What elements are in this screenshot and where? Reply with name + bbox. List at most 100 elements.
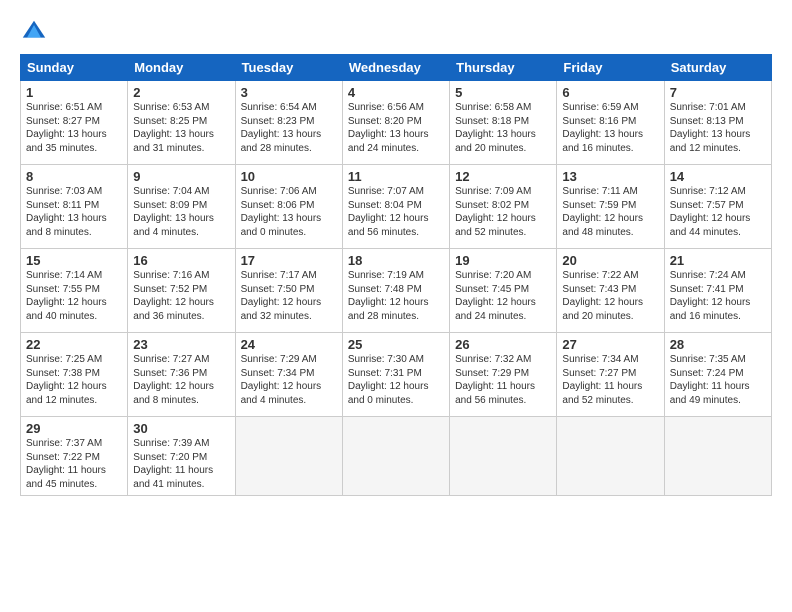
day-number: 2 xyxy=(133,85,229,100)
calendar-row: 29 Sunrise: 7:37 AMSunset: 7:22 PMDayligh… xyxy=(21,417,772,496)
calendar-cell: 8 Sunrise: 7:03 AMSunset: 8:11 PMDaylight… xyxy=(21,165,128,249)
calendar-row: 8 Sunrise: 7:03 AMSunset: 8:11 PMDaylight… xyxy=(21,165,772,249)
calendar-cell: 29 Sunrise: 7:37 AMSunset: 7:22 PMDayligh… xyxy=(21,417,128,496)
day-info: Sunrise: 7:20 AMSunset: 7:45 PMDaylight:… xyxy=(455,270,536,322)
day-info: Sunrise: 6:56 AMSunset: 8:20 PMDaylight:… xyxy=(348,102,429,154)
calendar-cell: 13Sunrise: 7:11 AMSunset: 7:59 PMDayligh… xyxy=(557,165,664,249)
col-friday: Friday xyxy=(557,55,664,81)
calendar-cell: 6 Sunrise: 6:59 AMSunset: 8:16 PMDaylight… xyxy=(557,81,664,165)
day-info: Sunrise: 7:04 AMSunset: 8:09 PMDaylight:… xyxy=(133,186,214,238)
day-info: Sunrise: 7:35 AMSunset: 7:24 PMDaylight:… xyxy=(670,354,750,406)
calendar-cell: 30 Sunrise: 7:39 AMSunset: 7:20 PMDayligh… xyxy=(128,417,235,496)
logo xyxy=(20,18,52,46)
day-number: 14 xyxy=(670,169,766,184)
calendar-cell: 11 Sunrise: 7:07 AMSunset: 8:04 PMDayligh… xyxy=(342,165,449,249)
day-info: Sunrise: 6:59 AMSunset: 8:16 PMDaylight:… xyxy=(562,102,643,154)
day-info: Sunrise: 7:09 AMSunset: 8:02 PMDaylight:… xyxy=(455,186,536,238)
day-number: 6 xyxy=(562,85,658,100)
calendar-cell: 12 Sunrise: 7:09 AMSunset: 8:02 PMDayligh… xyxy=(450,165,557,249)
day-number: 12 xyxy=(455,169,551,184)
page: Sunday Monday Tuesday Wednesday Thursday… xyxy=(0,0,792,506)
day-number: 1 xyxy=(26,85,122,100)
day-number: 28 xyxy=(670,337,766,352)
calendar-cell: 5Sunrise: 6:58 AMSunset: 8:18 PMDaylight… xyxy=(450,81,557,165)
day-info: Sunrise: 7:19 AMSunset: 7:48 PMDaylight:… xyxy=(348,270,429,322)
calendar-cell: 9 Sunrise: 7:04 AMSunset: 8:09 PMDaylight… xyxy=(128,165,235,249)
day-number: 21 xyxy=(670,253,766,268)
day-info: Sunrise: 7:06 AMSunset: 8:06 PMDaylight:… xyxy=(241,186,322,238)
calendar-row: 1 Sunrise: 6:51 AMSunset: 8:27 PMDaylight… xyxy=(21,81,772,165)
day-number: 8 xyxy=(26,169,122,184)
day-info: Sunrise: 7:12 AMSunset: 7:57 PMDaylight:… xyxy=(670,186,751,238)
calendar-cell: 17 Sunrise: 7:17 AMSunset: 7:50 PMDayligh… xyxy=(235,249,342,333)
calendar-cell: 23 Sunrise: 7:27 AMSunset: 7:36 PMDayligh… xyxy=(128,333,235,417)
day-number: 29 xyxy=(26,421,122,436)
calendar-cell: 2Sunrise: 6:53 AMSunset: 8:25 PMDaylight… xyxy=(128,81,235,165)
col-wednesday: Wednesday xyxy=(342,55,449,81)
calendar-row: 22 Sunrise: 7:25 AMSunset: 7:38 PMDayligh… xyxy=(21,333,772,417)
header xyxy=(20,18,772,46)
calendar-cell: 1 Sunrise: 6:51 AMSunset: 8:27 PMDaylight… xyxy=(21,81,128,165)
calendar-cell: 25Sunrise: 7:30 AMSunset: 7:31 PMDayligh… xyxy=(342,333,449,417)
calendar-cell xyxy=(235,417,342,496)
day-info: Sunrise: 7:37 AMSunset: 7:22 PMDaylight:… xyxy=(26,438,106,490)
calendar-cell: 26Sunrise: 7:32 AMSunset: 7:29 PMDayligh… xyxy=(450,333,557,417)
day-info: Sunrise: 7:07 AMSunset: 8:04 PMDaylight:… xyxy=(348,186,429,238)
day-info: Sunrise: 7:17 AMSunset: 7:50 PMDaylight:… xyxy=(241,270,322,322)
day-info: Sunrise: 7:01 AMSunset: 8:13 PMDaylight:… xyxy=(670,102,751,154)
col-sunday: Sunday xyxy=(21,55,128,81)
calendar-cell: 18 Sunrise: 7:19 AMSunset: 7:48 PMDayligh… xyxy=(342,249,449,333)
day-number: 18 xyxy=(348,253,444,268)
day-number: 15 xyxy=(26,253,122,268)
day-number: 20 xyxy=(562,253,658,268)
calendar-cell: 15 Sunrise: 7:14 AMSunset: 7:55 PMDayligh… xyxy=(21,249,128,333)
col-saturday: Saturday xyxy=(664,55,771,81)
day-number: 22 xyxy=(26,337,122,352)
calendar-cell: 10 Sunrise: 7:06 AMSunset: 8:06 PMDayligh… xyxy=(235,165,342,249)
day-number: 17 xyxy=(241,253,337,268)
day-number: 9 xyxy=(133,169,229,184)
day-info: Sunrise: 6:58 AMSunset: 8:18 PMDaylight:… xyxy=(455,102,536,154)
calendar-row: 15 Sunrise: 7:14 AMSunset: 7:55 PMDayligh… xyxy=(21,249,772,333)
logo-icon xyxy=(20,18,48,46)
calendar: Sunday Monday Tuesday Wednesday Thursday… xyxy=(20,54,772,496)
day-info: Sunrise: 7:25 AMSunset: 7:38 PMDaylight:… xyxy=(26,354,107,406)
calendar-cell: 20Sunrise: 7:22 AMSunset: 7:43 PMDayligh… xyxy=(557,249,664,333)
calendar-cell: 27 Sunrise: 7:34 AMSunset: 7:27 PMDayligh… xyxy=(557,333,664,417)
day-number: 30 xyxy=(133,421,229,436)
day-info: Sunrise: 6:51 AMSunset: 8:27 PMDaylight:… xyxy=(26,102,107,154)
day-number: 27 xyxy=(562,337,658,352)
day-info: Sunrise: 7:14 AMSunset: 7:55 PMDaylight:… xyxy=(26,270,107,322)
day-number: 23 xyxy=(133,337,229,352)
day-info: Sunrise: 7:32 AMSunset: 7:29 PMDaylight:… xyxy=(455,354,535,406)
day-info: Sunrise: 7:39 AMSunset: 7:20 PMDaylight:… xyxy=(133,438,213,490)
calendar-cell: 7Sunrise: 7:01 AMSunset: 8:13 PMDaylight… xyxy=(664,81,771,165)
day-info: Sunrise: 7:16 AMSunset: 7:52 PMDaylight:… xyxy=(133,270,214,322)
day-info: Sunrise: 7:27 AMSunset: 7:36 PMDaylight:… xyxy=(133,354,214,406)
calendar-cell xyxy=(557,417,664,496)
calendar-cell xyxy=(450,417,557,496)
calendar-cell: 24Sunrise: 7:29 AMSunset: 7:34 PMDayligh… xyxy=(235,333,342,417)
day-info: Sunrise: 7:11 AMSunset: 7:59 PMDaylight:… xyxy=(562,186,643,238)
calendar-cell xyxy=(664,417,771,496)
day-number: 11 xyxy=(348,169,444,184)
day-info: Sunrise: 7:03 AMSunset: 8:11 PMDaylight:… xyxy=(26,186,107,238)
day-number: 10 xyxy=(241,169,337,184)
day-number: 3 xyxy=(241,85,337,100)
day-number: 24 xyxy=(241,337,337,352)
day-info: Sunrise: 7:24 AMSunset: 7:41 PMDaylight:… xyxy=(670,270,751,322)
calendar-cell: 21 Sunrise: 7:24 AMSunset: 7:41 PMDayligh… xyxy=(664,249,771,333)
day-info: Sunrise: 7:34 AMSunset: 7:27 PMDaylight:… xyxy=(562,354,642,406)
col-thursday: Thursday xyxy=(450,55,557,81)
day-number: 19 xyxy=(455,253,551,268)
day-number: 4 xyxy=(348,85,444,100)
col-tuesday: Tuesday xyxy=(235,55,342,81)
calendar-header-row: Sunday Monday Tuesday Wednesday Thursday… xyxy=(21,55,772,81)
calendar-cell: 16Sunrise: 7:16 AMSunset: 7:52 PMDayligh… xyxy=(128,249,235,333)
calendar-cell: 4 Sunrise: 6:56 AMSunset: 8:20 PMDaylight… xyxy=(342,81,449,165)
day-info: Sunrise: 7:30 AMSunset: 7:31 PMDaylight:… xyxy=(348,354,429,406)
calendar-cell: 28 Sunrise: 7:35 AMSunset: 7:24 PMDayligh… xyxy=(664,333,771,417)
calendar-cell: 19 Sunrise: 7:20 AMSunset: 7:45 PMDayligh… xyxy=(450,249,557,333)
calendar-cell: 14 Sunrise: 7:12 AMSunset: 7:57 PMDayligh… xyxy=(664,165,771,249)
day-info: Sunrise: 6:54 AMSunset: 8:23 PMDaylight:… xyxy=(241,102,322,154)
